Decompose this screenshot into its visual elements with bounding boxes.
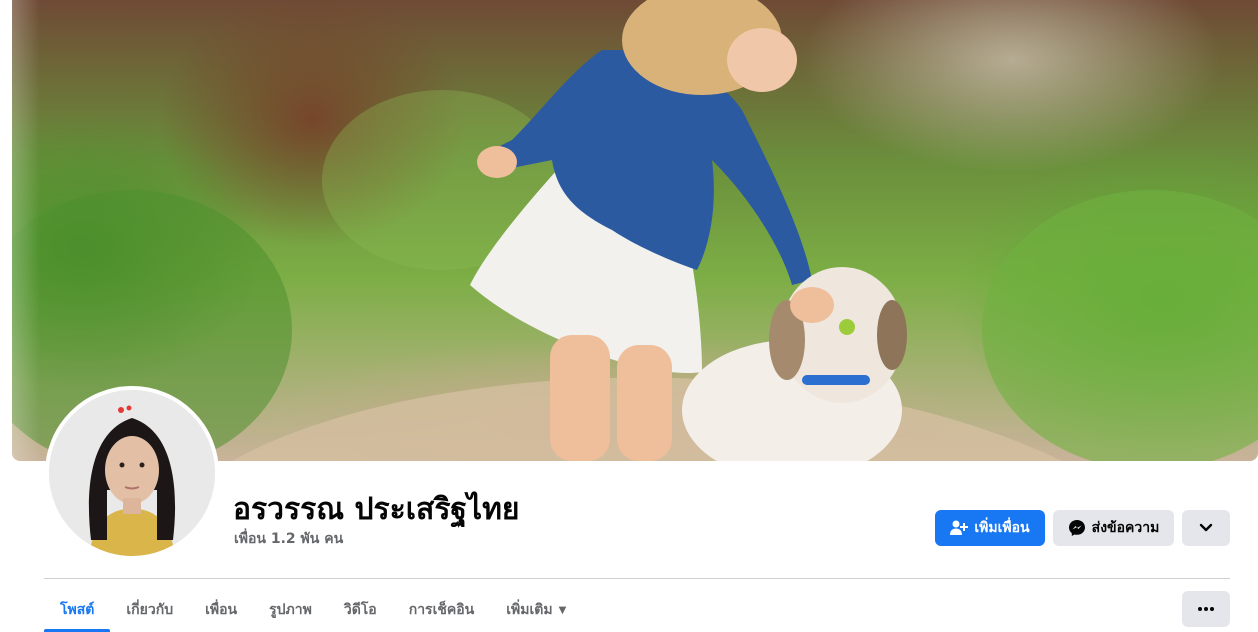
message-label: ส่งข้อความ [1091,520,1160,536]
profile-name: อรวรรณ ประเสริฐไทย [233,492,520,527]
tab-videos-label: วิดีโอ [343,602,377,618]
more-options-button[interactable] [1182,591,1230,627]
cover-edge-shade [12,0,40,461]
tab-checkins[interactable]: การเช็คอิน [393,590,491,630]
message-button[interactable]: ส่งข้อความ [1053,510,1174,546]
profile-avatar-ring[interactable] [45,386,219,560]
chevron-down-icon [1199,523,1213,532]
tab-more[interactable]: เพิ่มเติม ▼ [490,590,582,630]
messenger-icon [1068,520,1085,536]
tab-about[interactable]: เกี่ยวกับ [110,590,189,630]
tab-about-label: เกี่ยวกับ [126,602,174,618]
avatar-portrait [49,390,215,556]
caret-down-icon: ▼ [558,604,567,616]
profile-avatar[interactable] [49,390,215,556]
profile-options-dropdown-button[interactable] [1182,510,1230,546]
tab-photos[interactable]: รูปภาพ [253,590,328,630]
tab-posts-label: โพสต์ [60,602,95,618]
tab-friends-label: เพื่อน [205,602,238,618]
add-friend-icon [950,520,969,535]
profile-tabs: โพสต์ เกี่ยวกับ เพื่อน รูปภาพ วิดีโอ การ… [44,590,582,632]
tab-checkins-label: การเช็คอิน [408,602,475,618]
header-divider [44,578,1230,579]
tab-photos-label: รูปภาพ [269,602,312,618]
add-friend-button[interactable]: เพิ่มเพื่อน [935,510,1045,546]
tab-posts[interactable]: โพสต์ [44,590,111,632]
add-friend-label: เพิ่มเพื่อน [974,520,1030,536]
ellipsis-icon [1198,607,1214,611]
tab-videos[interactable]: วิดีโอ [328,590,393,630]
tab-friends[interactable]: เพื่อน [189,590,253,630]
tab-more-label: เพิ่มเติม [506,602,553,618]
friends-count-link[interactable]: เพื่อน 1.2 พัน คน [234,528,343,550]
